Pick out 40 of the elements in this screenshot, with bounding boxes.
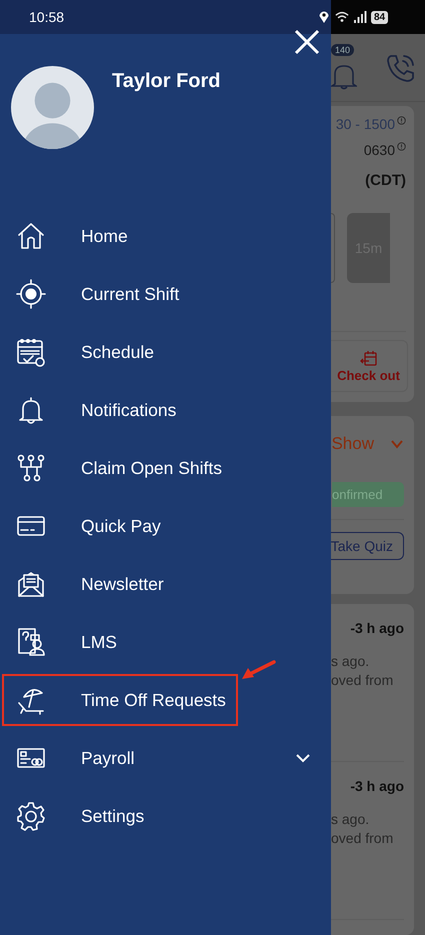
menu-item[interactable]: Quick Pay	[2, 500, 320, 552]
calendar-exit-icon	[360, 350, 378, 368]
notification-text: oved from	[331, 829, 394, 848]
menu-item[interactable]: Newsletter	[2, 558, 320, 610]
notification-text: oved from	[331, 671, 394, 690]
info-icon	[397, 142, 406, 151]
notification-count: 140	[331, 44, 354, 56]
close-icon	[293, 28, 321, 56]
calendar-icon	[16, 337, 46, 367]
branch-nodes-icon	[16, 453, 46, 483]
location-icon	[317, 10, 331, 24]
target-icon	[16, 279, 46, 309]
battery-level: 84	[371, 10, 388, 24]
shift-time: 0630	[364, 142, 395, 160]
timezone: (CDT)	[365, 172, 406, 189]
menu-item[interactable]: Home	[2, 210, 320, 262]
notification-text: s ago.	[331, 810, 370, 829]
menu-item[interactable]: Notifications	[2, 384, 320, 436]
info-icon	[397, 116, 406, 125]
menu-item[interactable]: Current Shift	[2, 268, 320, 320]
close-button[interactable]	[293, 28, 321, 56]
signal-icon	[353, 10, 367, 24]
wifi-icon	[335, 10, 349, 24]
status-time: 10:58	[29, 9, 64, 25]
document-person-icon	[16, 627, 46, 657]
timeline-block	[331, 213, 335, 283]
envelope-icon	[16, 569, 46, 599]
settings-icon	[16, 801, 46, 831]
menu-item[interactable]: Claim Open Shifts	[2, 442, 320, 494]
notification-time: -3 h ago	[349, 778, 404, 794]
menu-item[interactable]: Payroll	[2, 732, 320, 784]
house-icon	[16, 221, 46, 251]
annotation-arrow	[240, 660, 276, 682]
menu-item[interactable]: LMS	[2, 616, 320, 668]
menu-item[interactable]: Schedule	[2, 326, 320, 378]
menu-item[interactable]: Settings	[2, 790, 320, 842]
notification-time: -3 h ago	[349, 620, 404, 636]
shift-time-range: 30 - 1500	[336, 116, 395, 132]
notification-text: s ago.	[331, 652, 370, 671]
user-name: Taylor Ford	[112, 70, 221, 94]
